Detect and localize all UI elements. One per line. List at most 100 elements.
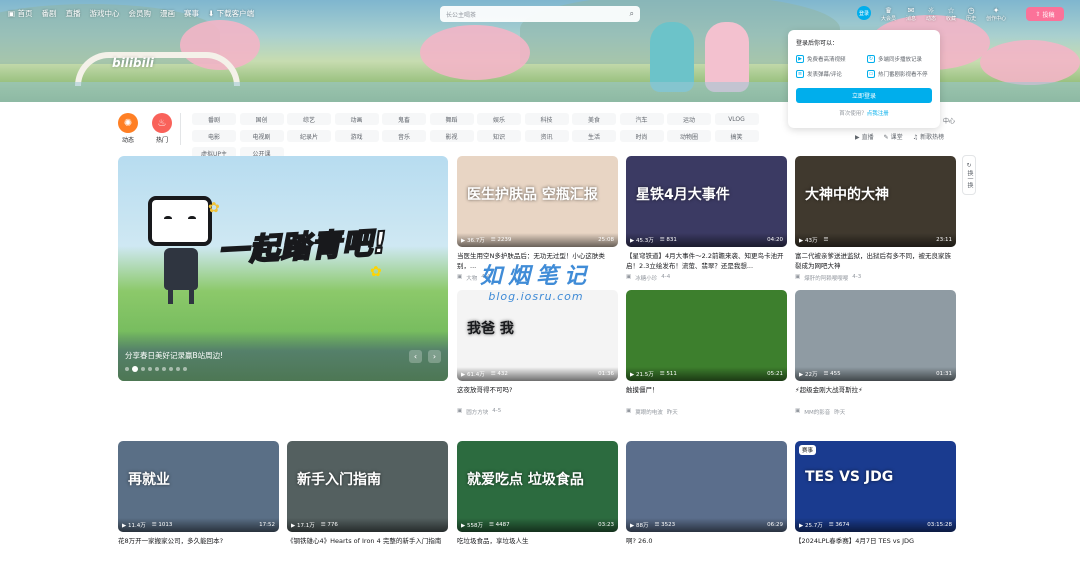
carousel-dot[interactable]	[155, 367, 159, 371]
nav-mall[interactable]: 会员购	[128, 8, 151, 19]
video-title[interactable]: 触摸僵尸！	[626, 385, 787, 405]
category-tag[interactable]: 电影	[192, 130, 236, 142]
video-thumbnail[interactable]: 新手入门指南 ▶ 17.1万 ☰ 776	[287, 441, 448, 532]
video-title[interactable]: 啊? 26.0	[626, 536, 787, 556]
category-tag[interactable]: 国创	[239, 113, 284, 125]
carousel-dot[interactable]	[148, 367, 152, 371]
video-card[interactable]: 就爱吃点 垃圾食品 ▶ 558万 ☰ 4487 03:23 吃垃圾食品，享垃圾人生	[457, 441, 618, 556]
nav-bangumi[interactable]: 番剧	[41, 8, 56, 19]
video-thumbnail[interactable]: ▶ 88万 ☰ 3523 06:29	[626, 441, 787, 532]
link-classroom[interactable]: ✎ 课堂	[884, 132, 903, 141]
category-tag[interactable]: 纪录片	[287, 130, 331, 142]
carousel-prev-icon[interactable]: ‹	[409, 350, 422, 363]
category-tag[interactable]: 汽车	[619, 113, 664, 125]
link-music-chart[interactable]: ♫ 新歌热榜	[913, 132, 944, 141]
category-tag[interactable]: 搞笑	[714, 130, 759, 142]
video-card[interactable]: 我爸 我 ▶ 61.4万 ☰ 432 01:36 这夜放哥得不可吗? ▣ 圆方方块 4-5	[457, 290, 618, 416]
category-tag[interactable]: 游戏	[334, 130, 379, 142]
refresh-button[interactable]: ↻ 换一换	[962, 155, 976, 195]
category-tag[interactable]: 动画	[334, 113, 379, 125]
video-title[interactable]: 【2024LPL春季赛】4月7日 TES vs JDG	[795, 536, 956, 556]
category-tag[interactable]: 时尚	[619, 130, 664, 142]
carousel-dot[interactable]	[176, 367, 180, 371]
uploader-name[interactable]: 爆肝的阿赖嘤嘤嘤	[804, 274, 848, 282]
video-card[interactable]: ▶ 22万 ☰ 455 01:31 ⚡超级金刚大战哥斯拉⚡ ▣ MM的影音 昨天	[795, 290, 956, 416]
search-icon[interactable]: ⌕	[630, 9, 634, 19]
video-author[interactable]: ▣ 翼眼的电波 昨天	[626, 408, 787, 416]
login-avatar-button[interactable]: 登录	[857, 6, 871, 20]
nav-live[interactable]: 直播	[65, 8, 80, 19]
category-tag[interactable]: 综艺	[287, 113, 331, 125]
video-card[interactable]: TES VS JDG 赛事 ▶ 25.7万 ☰ 3674 03:15:28 【2024LP…	[795, 441, 956, 556]
category-tag[interactable]: 科技	[524, 113, 569, 125]
nav-esports[interactable]: 赛事	[184, 8, 199, 19]
nav-creator-center[interactable]: ✦ 创作中心	[986, 6, 1006, 22]
carousel-next-icon[interactable]: ›	[428, 350, 441, 363]
carousel-dot[interactable]	[141, 367, 145, 371]
video-thumbnail[interactable]: ▶ 21.5万 ☰ 511 05:21	[626, 290, 787, 381]
channel-dynamic[interactable]: ✺ 动态	[118, 113, 138, 144]
uploader-name[interactable]: MM的影音	[804, 408, 830, 416]
video-title[interactable]: 花8万开一家搬家公司，多久能回本?	[118, 536, 279, 556]
video-card[interactable]: 新手入门指南 ▶ 17.1万 ☰ 776 《钢铁雄心4》Hearts of Iron …	[287, 441, 448, 556]
carousel-caption[interactable]: 分享春日美好记录赢B站周边!	[125, 350, 223, 361]
video-author[interactable]: ▣ 爆肝的阿赖嘤嘤嘤 4-3	[795, 274, 956, 282]
video-title[interactable]: 这夜放哥得不可吗?	[457, 385, 618, 405]
video-thumbnail[interactable]: 星铁4月大事件 ▶ 45.3万 ☰ 831 04:20	[626, 156, 787, 247]
uploader-name[interactable]: 大物	[466, 274, 477, 282]
nav-dynamic[interactable]: ☼ 动态	[926, 6, 936, 22]
video-thumbnail[interactable]: 医生护肤品 空瓶汇报 ▶ 36.7万 ☰ 2239 25:08	[457, 156, 618, 247]
uploader-name[interactable]: 翼眼的电波	[635, 408, 663, 416]
uploader-name[interactable]: 圆方方块	[466, 408, 488, 416]
category-tag[interactable]: 影视	[429, 130, 474, 142]
carousel-dot[interactable]	[169, 367, 173, 371]
login-now-button[interactable]: 立即登录	[796, 88, 932, 103]
category-tag[interactable]: 生活	[572, 130, 616, 142]
video-card[interactable]: 星铁4月大事件 ▶ 45.3万 ☰ 831 04:20 【星穹铁道】4月大事件～2.2前…	[626, 156, 787, 282]
promo-carousel[interactable]: 一起踏青吧! ✿ ✿ 分享春日美好记录赢B站周边! ‹ ›	[118, 156, 448, 381]
nav-home[interactable]: ▣ 首页	[8, 8, 32, 19]
video-author[interactable]: ▣ 圆方方块 4-5	[457, 408, 618, 416]
category-tag[interactable]: 音乐	[382, 130, 426, 142]
category-tag[interactable]: 娱乐	[477, 113, 521, 125]
video-title[interactable]: ⚡超级金刚大战哥斯拉⚡	[795, 385, 956, 405]
carousel-dot[interactable]	[132, 366, 138, 372]
uploader-name[interactable]: 冰糖小珍	[635, 274, 657, 282]
nav-messages[interactable]: ✉ 消息	[906, 6, 916, 22]
nav-download-client[interactable]: ⬇ 下载客户端	[208, 8, 254, 19]
video-thumbnail[interactable]: ▶ 22万 ☰ 455 01:31	[795, 290, 956, 381]
video-thumbnail[interactable]: 就爱吃点 垃圾食品 ▶ 558万 ☰ 4487 03:23	[457, 441, 618, 532]
carousel-dot[interactable]	[183, 367, 187, 371]
carousel-dot[interactable]	[125, 367, 129, 371]
category-tag[interactable]: 番剧	[192, 113, 236, 125]
video-title[interactable]: 【星穹铁道】4月大事件～2.2前瞻来袭、知更鸟卡池开启！2.3立绘发布！流萤、翡…	[626, 251, 787, 271]
video-title[interactable]: 《钢铁雄心4》Hearts of Iron 4 完整的新手入门指南	[287, 536, 448, 556]
category-tag[interactable]: 舞蹈	[429, 113, 474, 125]
video-author[interactable]: ▣ 冰糖小珍 4-4	[626, 274, 787, 282]
category-tag[interactable]: 运动	[667, 113, 711, 125]
nav-history[interactable]: ◷ 历史	[966, 6, 976, 22]
category-tag[interactable]: 电视剧	[239, 130, 284, 142]
popup-right-text[interactable]: 中心	[943, 116, 955, 125]
video-thumbnail[interactable]: 大神中的大神 ▶ 43万 ☰ 23:11	[795, 156, 956, 247]
nav-manga[interactable]: 漫画	[160, 8, 175, 19]
link-live[interactable]: ▶ 直播	[855, 132, 874, 141]
video-title[interactable]: 吃垃圾食品，享垃圾人生	[457, 536, 618, 556]
nav-vip[interactable]: ♛ 大会员	[881, 6, 896, 22]
video-title[interactable]: 富二代被亲爹送进监狱，出狱后有多不同，被无良家族裂成为网吧大神	[795, 251, 956, 271]
video-thumbnail[interactable]: 我爸 我 ▶ 61.4万 ☰ 432 01:36	[457, 290, 618, 381]
bilibili-logo[interactable]: bilibili	[112, 56, 154, 70]
video-author[interactable]: ▣ MM的影音 昨天	[795, 408, 956, 416]
video-card[interactable]: 大神中的大神 ▶ 43万 ☰ 23:11 富二代被亲爹送进监狱，出狱后有多不同，被无良…	[795, 156, 956, 282]
carousel-dot[interactable]	[162, 367, 166, 371]
video-card[interactable]: 再就业 ▶ 11.4万 ☰ 1013 17:52 花8万开一家搬家公司，多久能回本?	[118, 441, 279, 556]
category-tag[interactable]: 动物圈	[667, 130, 711, 142]
category-tag[interactable]: VLOG	[714, 113, 759, 125]
register-link[interactable]: 点我注册	[867, 111, 889, 117]
nav-game-center[interactable]: 游戏中心	[89, 8, 119, 19]
video-card[interactable]: ▶ 88万 ☰ 3523 06:29 啊? 26.0	[626, 441, 787, 556]
video-thumbnail[interactable]: 再就业 ▶ 11.4万 ☰ 1013 17:52	[118, 441, 279, 532]
video-card[interactable]: ▶ 21.5万 ☰ 511 05:21 触摸僵尸！ ▣ 翼眼的电波 昨天	[626, 290, 787, 416]
search-input[interactable]: 长公主喝茶 ⌕	[440, 6, 640, 22]
category-tag[interactable]: 资讯	[524, 130, 569, 142]
